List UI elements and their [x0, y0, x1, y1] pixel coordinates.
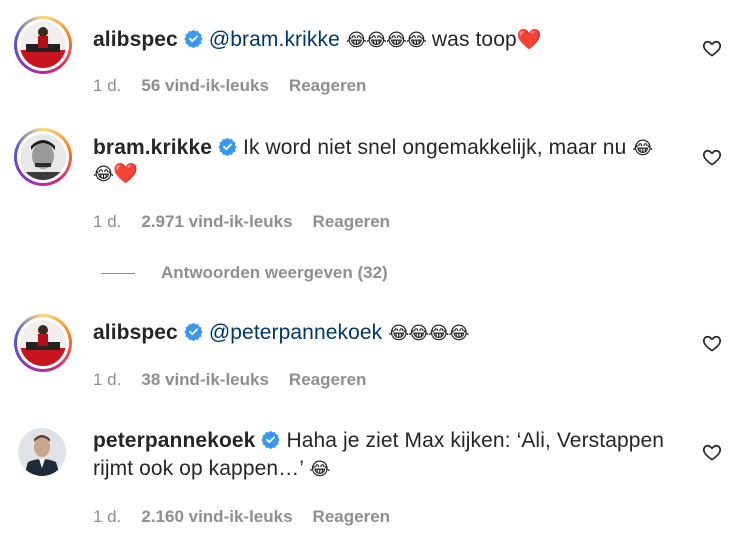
- comment-age[interactable]: 1 d.: [93, 212, 121, 231]
- comment-body: Haha je ziet Max kijken: ‘Ali, Verstappe…: [286, 429, 665, 452]
- like-count[interactable]: 2.971 vind-ik-leuks: [141, 212, 292, 231]
- username[interactable]: alibspec: [93, 28, 178, 51]
- reply-button[interactable]: Reageren: [313, 212, 390, 231]
- mention-link[interactable]: @bram.krikke: [209, 28, 340, 51]
- reply-button[interactable]: Reageren: [313, 507, 390, 526]
- heart-outline-icon[interactable]: [702, 442, 722, 462]
- like-count[interactable]: 56 vind-ik-leuks: [141, 76, 269, 95]
- username[interactable]: alibspec: [93, 321, 178, 344]
- like-count[interactable]: 38 vind-ik-leuks: [141, 370, 269, 389]
- comment-age[interactable]: 1 d.: [93, 76, 121, 95]
- profile-photo-man-suit-icon: [18, 428, 66, 476]
- reply-button[interactable]: Reageren: [289, 76, 366, 95]
- comment-body: rijmt ook op kappen…’: [93, 457, 310, 480]
- like-count[interactable]: 2.160 vind-ik-leuks: [141, 507, 292, 526]
- username[interactable]: bram.krikke: [93, 136, 212, 159]
- laughing-emoji: 😂😂😂😂: [345, 30, 427, 51]
- profile-photo-red-car-icon: [20, 22, 66, 68]
- comment-text-line2: 😂❤️: [93, 158, 683, 190]
- laughing-emoji: 😂: [309, 459, 330, 480]
- profile-photo-red-car-icon: [20, 320, 66, 366]
- laughing-emoji: 😂: [93, 164, 114, 185]
- comment-age[interactable]: 1 d.: [93, 507, 121, 526]
- avatar[interactable]: [18, 428, 66, 476]
- heart-outline-icon[interactable]: [702, 333, 722, 353]
- reply-button[interactable]: Reageren: [289, 370, 366, 389]
- comment-text: alibspec @peterpannekoek 😂😂😂😂: [93, 317, 683, 349]
- avatar[interactable]: [14, 314, 72, 372]
- avatar[interactable]: [14, 128, 72, 186]
- red-heart-emoji: ❤️: [113, 161, 139, 185]
- profile-photo-bw-portrait-icon: [20, 134, 66, 180]
- verified-badge-icon: [184, 322, 203, 341]
- comment-meta: 1 d. 56 vind-ik-leuks Reageren: [93, 76, 366, 96]
- comment-meta: 1 d. 2.971 vind-ik-leuks Reageren: [93, 212, 390, 232]
- verified-badge-icon: [184, 29, 203, 48]
- red-heart-emoji: ❤️: [516, 27, 542, 51]
- comment-age[interactable]: 1 d.: [93, 370, 121, 389]
- comment-body: was toop: [425, 28, 517, 51]
- mention-link[interactable]: @peterpannekoek: [209, 321, 382, 344]
- avatar[interactable]: [14, 16, 72, 74]
- comment-body: Ik word niet snel ongemakkelijk, maar nu: [243, 136, 633, 159]
- heart-outline-icon[interactable]: [702, 147, 722, 167]
- comment-text-line2: rijmt ook op kappen…’ 😂: [93, 453, 683, 485]
- comment-text: peterpannekoek Haha je ziet Max kijken: ‘…: [93, 425, 683, 456]
- laughing-emoji: 😂: [632, 138, 653, 159]
- heart-outline-icon[interactable]: [702, 38, 722, 58]
- verified-badge-icon: [261, 430, 281, 449]
- view-replies-label: Antwoorden weergeven (32): [161, 263, 388, 282]
- username[interactable]: peterpannekoek: [93, 429, 255, 452]
- view-replies-button[interactable]: Antwoorden weergeven (32): [101, 262, 388, 284]
- laughing-emoji: 😂😂😂😂: [388, 323, 469, 344]
- verified-badge-icon: [218, 137, 237, 156]
- comment-meta: 1 d. 38 vind-ik-leuks Reageren: [93, 370, 366, 390]
- comment-meta: 1 d. 2.160 vind-ik-leuks Reageren: [93, 507, 390, 527]
- comment-text: alibspec @bram.krikke 😂😂😂😂 was toop❤️: [93, 24, 683, 56]
- divider-line: [101, 272, 135, 274]
